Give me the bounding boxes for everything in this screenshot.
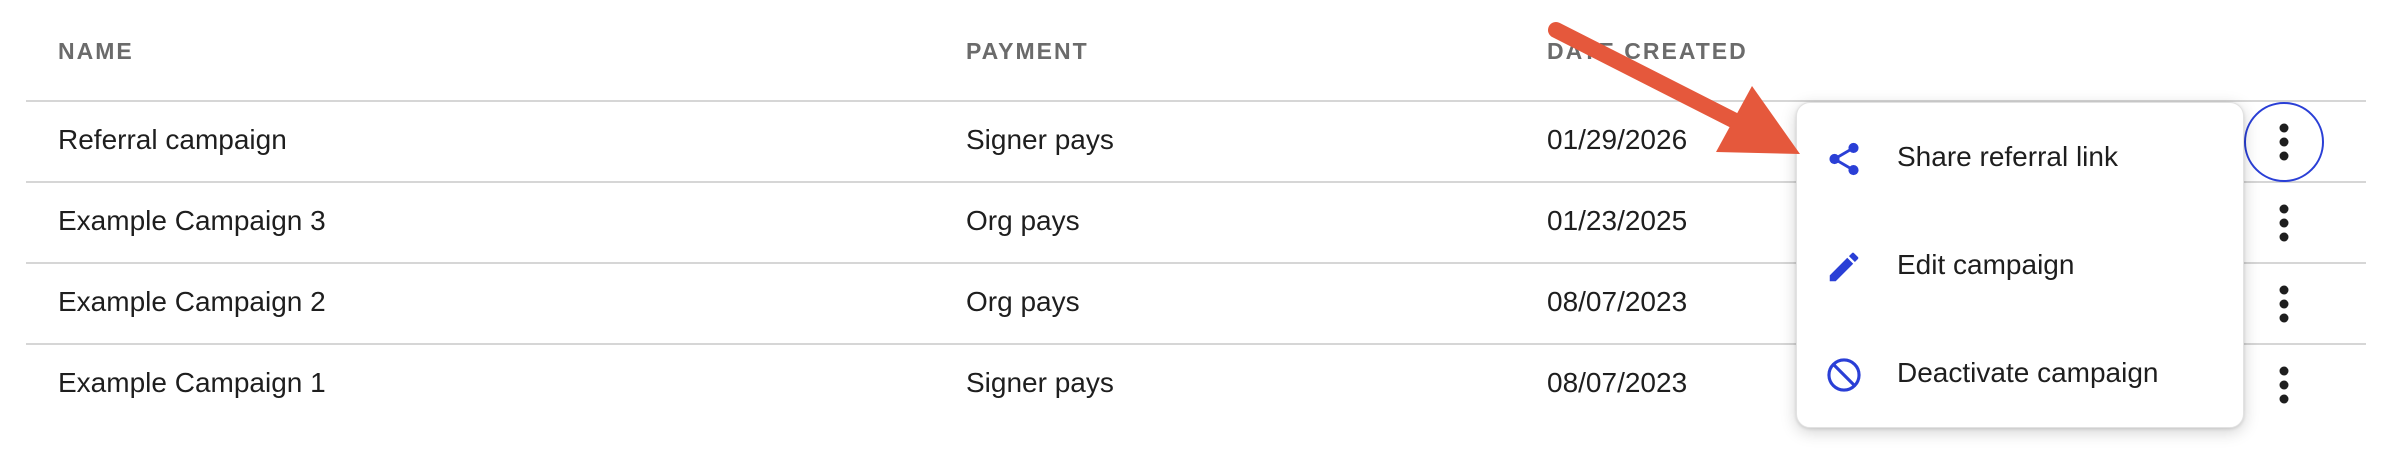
row-actions-button[interactable] (2244, 102, 2324, 182)
share-icon (1829, 142, 1859, 176)
row-actions-button[interactable] (2254, 193, 2314, 253)
menu-item-label: Deactivate campaign (1897, 357, 2159, 388)
campaign-name: Example Campaign 1 (58, 367, 326, 398)
more-vertical-icon (2279, 285, 2289, 323)
menu-item-label: Share referral link (1897, 141, 2118, 172)
pencil-icon (1829, 252, 1859, 282)
block-icon (1827, 358, 1861, 392)
campaign-payment: Org pays (966, 205, 1080, 236)
row-actions-button[interactable] (2254, 355, 2314, 415)
more-vertical-icon (2279, 366, 2289, 404)
menu-item-deactivate-campaign[interactable]: Deactivate campaign (1797, 325, 2243, 425)
more-vertical-icon (2279, 204, 2289, 242)
row-actions-button[interactable] (2254, 274, 2314, 334)
campaign-date-created: 08/07/2023 (1547, 286, 1688, 317)
menu-item-edit-campaign[interactable]: Edit campaign (1797, 217, 2243, 317)
campaign-payment: Signer pays (966, 124, 1114, 155)
menu-item-share-referral-link[interactable]: Share referral link (1797, 109, 2243, 209)
row-actions-menu: Share referral link Edit campaign Deacti… (1796, 102, 2244, 428)
campaign-date-created: 01/23/2025 (1547, 205, 1688, 236)
campaign-payment: Org pays (966, 286, 1080, 317)
arrow-icon (1548, 22, 1800, 154)
campaign-payment: Signer pays (966, 367, 1114, 398)
campaign-name: Referral campaign (58, 124, 287, 155)
column-header-payment[interactable]: PAYMENT (966, 38, 1089, 65)
campaign-date-created: 08/07/2023 (1547, 367, 1688, 398)
column-header-name[interactable]: NAME (58, 38, 134, 65)
more-vertical-icon (2279, 123, 2289, 161)
campaign-name: Example Campaign 2 (58, 286, 326, 317)
table-header: NAME PAYMENT DATE CREATED (26, 0, 2366, 102)
campaign-name: Example Campaign 3 (58, 205, 326, 236)
menu-item-label: Edit campaign (1897, 249, 2075, 280)
